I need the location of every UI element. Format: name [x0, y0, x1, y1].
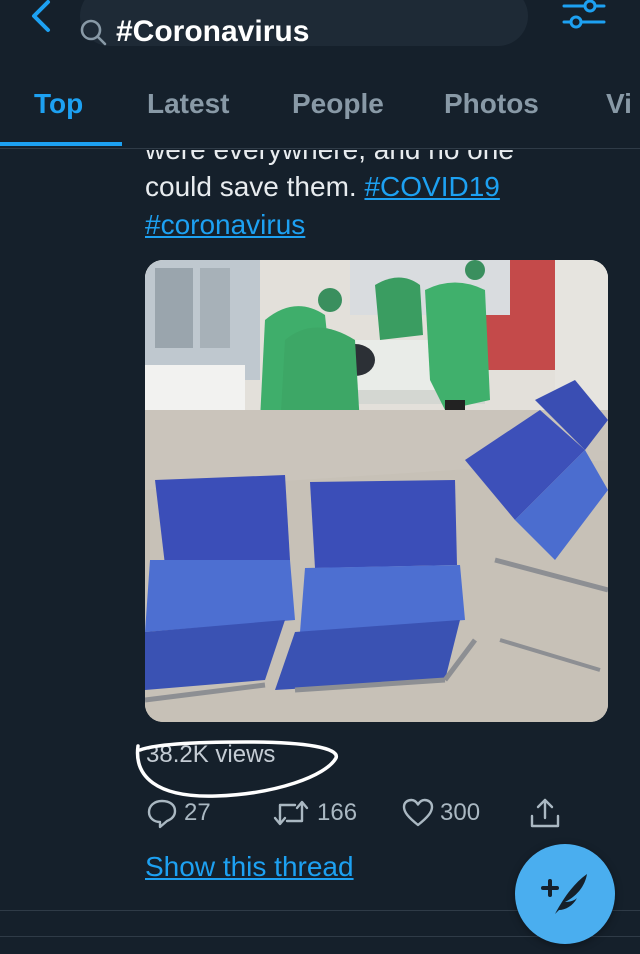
hashtag-coronavirus-link[interactable]: #coronavirus: [145, 209, 305, 240]
active-tab-indicator: [0, 142, 122, 146]
retweet-button[interactable]: 166: [271, 796, 357, 830]
tab-videos[interactable]: Vi: [606, 88, 632, 120]
hand-drawn-circle-annotation: [135, 740, 338, 798]
tab-latest[interactable]: Latest: [147, 88, 229, 120]
tab-people[interactable]: People: [292, 88, 384, 120]
like-button[interactable]: 300: [402, 796, 480, 830]
retweet-count: 166: [317, 799, 358, 826]
filter-button[interactable]: [560, 0, 608, 38]
show-thread-link[interactable]: Show this thread: [145, 851, 354, 883]
tab-top[interactable]: Top: [34, 88, 83, 120]
tweet-text-line-3: #coronavirus: [145, 208, 305, 242]
tweet-text-line-2: could save them. #COVID19: [145, 170, 500, 204]
back-button[interactable]: [22, 0, 62, 40]
reply-button[interactable]: 27: [146, 796, 211, 830]
tab-photos[interactable]: Photos: [444, 88, 539, 120]
compose-feather-icon: [541, 874, 587, 914]
like-count: 300: [440, 799, 481, 826]
tweet-text: could save them.: [145, 171, 365, 202]
chevron-left-icon: [32, 0, 50, 32]
tabs-divider: [0, 148, 640, 149]
tweet-video[interactable]: [145, 260, 608, 722]
search-tabs: Top Latest People Photos Vi: [0, 66, 640, 150]
hashtag-covid19-link[interactable]: #COVID19: [364, 171, 499, 202]
reply-count: 27: [184, 799, 211, 826]
share-button[interactable]: [528, 796, 562, 830]
search-results-screen: #Coronavirus Top Latest People Photos Vi…: [0, 0, 640, 954]
reply-icon: [147, 799, 177, 829]
search-icon: [80, 19, 107, 46]
video-frame-image: [145, 260, 608, 722]
share-icon: [530, 798, 560, 828]
heart-icon: [402, 798, 434, 827]
sliders-icon: [562, 0, 606, 29]
retweet-icon: [273, 800, 309, 826]
tweet-text-clipped: were everywhere, and no one: [145, 150, 605, 166]
compose-tweet-button[interactable]: [515, 844, 615, 944]
tweet-text-line-1: were everywhere, and no one: [145, 150, 514, 166]
search-query-text[interactable]: #Coronavirus: [116, 15, 309, 49]
